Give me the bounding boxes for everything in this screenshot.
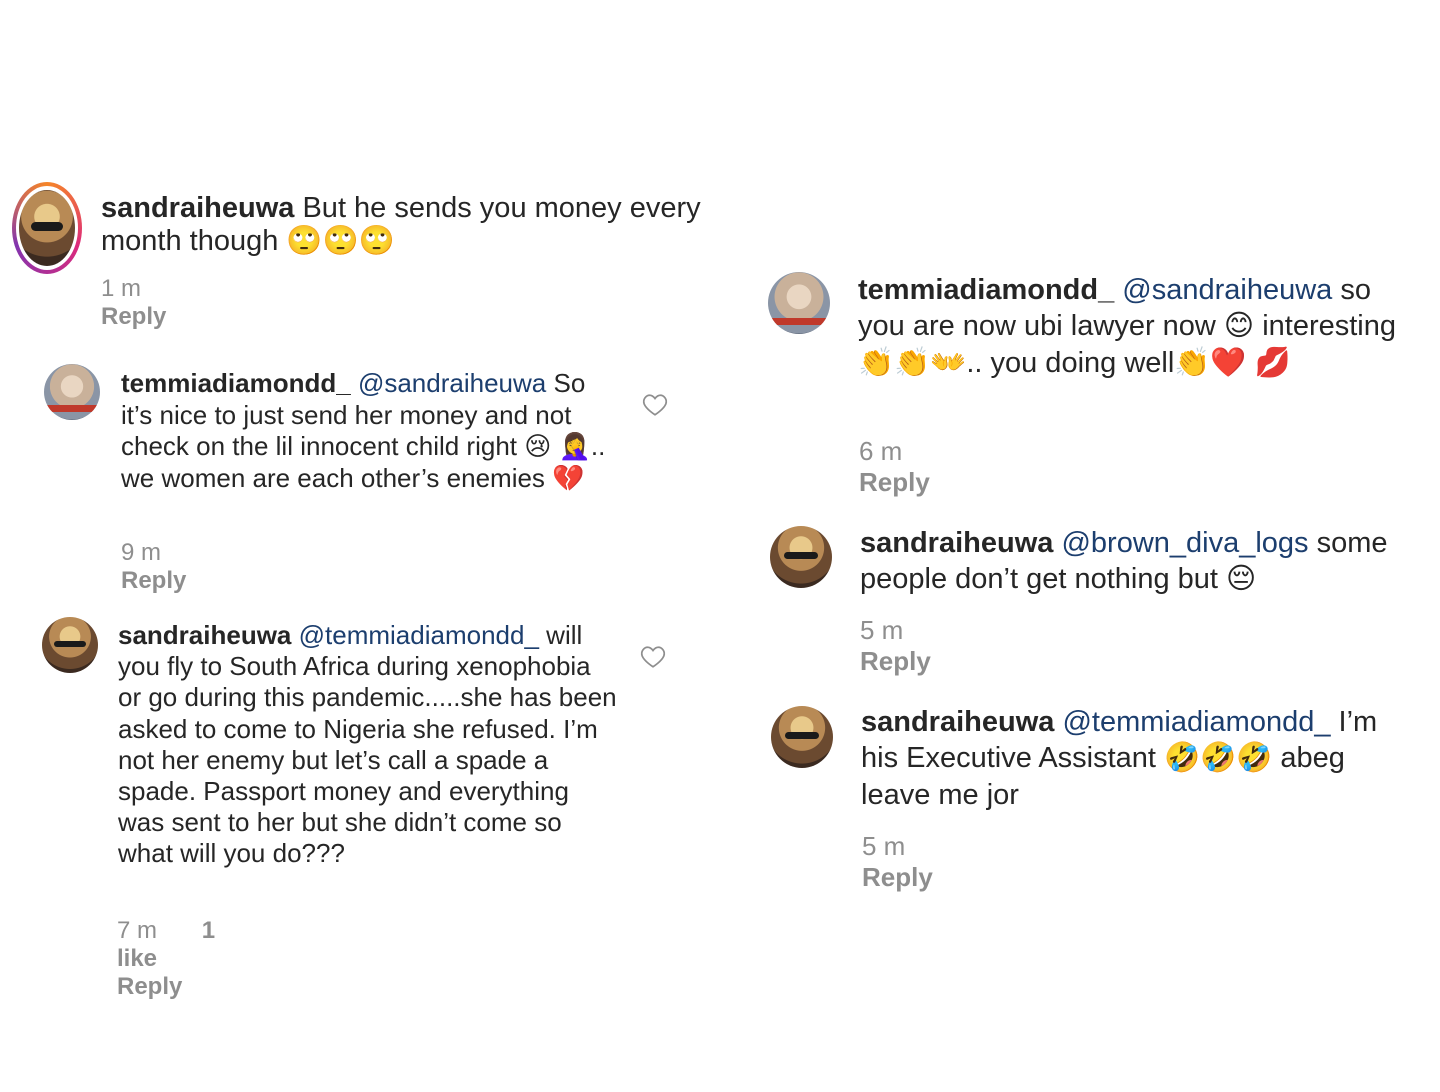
heart-outline-icon[interactable] — [640, 645, 666, 669]
avatar[interactable] — [44, 364, 100, 420]
comment-text: sandraiheuwa @temmiadiamondd_ I’m his Ex… — [861, 704, 1421, 813]
mention-link[interactable]: @brown_diva_logs — [1061, 527, 1308, 559]
heart-outline-icon[interactable] — [642, 393, 668, 417]
mention-link[interactable]: @sandraiheuwa — [1122, 274, 1332, 306]
reply-button[interactable]: Reply — [862, 862, 933, 892]
comment-meta: 5 m Reply — [860, 615, 969, 677]
timestamp: 6 m — [859, 436, 903, 466]
mention-link[interactable]: @temmiadiamondd_ — [1062, 706, 1330, 738]
mention-link[interactable]: @sandraiheuwa — [358, 368, 546, 398]
timestamp: 7 m — [117, 917, 158, 944]
comment-meta: 5 m Reply — [862, 831, 971, 893]
avatar — [19, 190, 75, 266]
timestamp: 5 m — [860, 615, 904, 645]
username[interactable]: sandraiheuwa — [861, 706, 1054, 738]
timestamp: 5 m — [862, 831, 906, 861]
comment-text: sandraiheuwa @brown_diva_logs some peopl… — [860, 525, 1425, 598]
username[interactable]: sandraiheuwa — [860, 527, 1053, 559]
avatar[interactable] — [768, 272, 830, 334]
comment-body: will you fly to South Africa during xeno… — [118, 620, 617, 869]
comment-text: temmiadiamondd_ @sandraiheuwa so you are… — [858, 272, 1423, 381]
timestamp: 9 m — [121, 539, 162, 566]
reply-button[interactable]: Reply — [101, 303, 166, 330]
comment-meta: 6 m Reply — [859, 436, 968, 498]
reply-button[interactable]: Reply — [859, 467, 930, 497]
reply-button[interactable]: Reply — [117, 973, 182, 1000]
comment-text: sandraiheuwa @temmiadiamondd_ will you f… — [118, 620, 618, 870]
username[interactable]: sandraiheuwa — [101, 192, 294, 224]
comment-meta: 9 m Reply — [121, 539, 224, 595]
reply-button[interactable]: Reply — [860, 646, 931, 676]
username[interactable]: temmiadiamondd_ — [858, 274, 1114, 306]
comment-meta: 1 m Reply — [101, 275, 204, 331]
mention-link[interactable]: @temmiadiamondd_ — [299, 620, 539, 650]
reply-button[interactable]: Reply — [121, 567, 186, 594]
timestamp: 1 m — [101, 275, 142, 302]
avatar[interactable] — [42, 617, 98, 673]
username[interactable]: sandraiheuwa — [118, 620, 291, 650]
comment-text: sandraiheuwa But he sends you money ever… — [101, 192, 701, 259]
comment-text: temmiadiamondd_ @sandraiheuwa So it’s ni… — [121, 368, 621, 495]
comment-meta: 7 m 1 like Reply — [117, 917, 220, 1001]
avatar[interactable] — [770, 526, 832, 588]
avatar-story-ring[interactable] — [12, 182, 82, 274]
username[interactable]: temmiadiamondd_ — [121, 368, 351, 398]
avatar[interactable] — [771, 706, 833, 768]
